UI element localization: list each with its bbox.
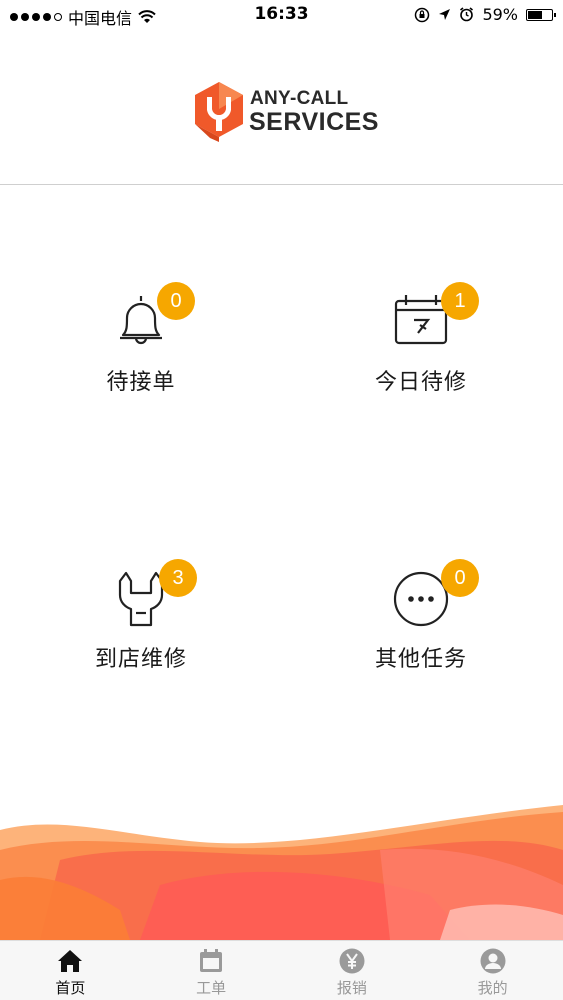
calendar-icon — [200, 949, 223, 972]
tab-label: 工单 — [196, 979, 227, 997]
tab-label: 我的 — [477, 979, 508, 997]
tab-home[interactable]: 首页 — [0, 941, 141, 1000]
tile-in-store-repairs[interactable]: 3 到店维修 — [41, 559, 241, 685]
tab-profile[interactable]: 我的 — [422, 941, 563, 1000]
tile-label: 其他任务 — [374, 647, 467, 672]
other-tasks-count-badge: 0 — [441, 559, 479, 597]
yen-icon — [339, 948, 365, 974]
tab-label: 报销 — [336, 979, 367, 997]
home-icon — [58, 950, 83, 972]
alarm-icon — [460, 7, 474, 22]
brand-name-line2: SERVICES — [249, 108, 379, 136]
tile-label: 到店维修 — [94, 647, 187, 672]
today-repairs-count-badge: 1 — [441, 282, 479, 320]
tab-work-orders[interactable]: 工单 — [141, 941, 282, 1000]
status-bar: 中国电信 16:33 59% — [0, 0, 563, 30]
battery-percent: 59% — [482, 5, 518, 24]
pending-orders-count-badge: 0 — [157, 282, 195, 320]
in-store-repairs-count-badge: 3 — [159, 559, 197, 597]
tile-label: 今日待修 — [374, 370, 467, 395]
brand-logo: ANY-CALL SERVICES — [192, 80, 382, 144]
tab-label: 首页 — [55, 979, 86, 997]
battery-icon — [526, 8, 556, 21]
tab-reimbursement[interactable]: 报销 — [282, 941, 423, 1000]
brand-name-line1: ANY-CALL — [250, 88, 349, 109]
header-divider — [0, 184, 563, 185]
tile-today-repairs[interactable]: 1 今日待修 — [321, 282, 521, 408]
logo-mark-icon — [195, 82, 243, 142]
decorative-wave-graphic — [0, 805, 563, 940]
tile-label: 待接单 — [106, 370, 176, 395]
tile-other-tasks[interactable]: 0 其他任务 — [321, 559, 521, 685]
user-icon — [480, 948, 506, 974]
location-arrow-icon — [439, 9, 451, 20]
bottom-tab-bar: 首页 工单 报销 我的 — [0, 940, 563, 1000]
rotation-lock-icon — [415, 7, 430, 22]
tile-pending-orders[interactable]: 0 待接单 — [41, 282, 241, 408]
